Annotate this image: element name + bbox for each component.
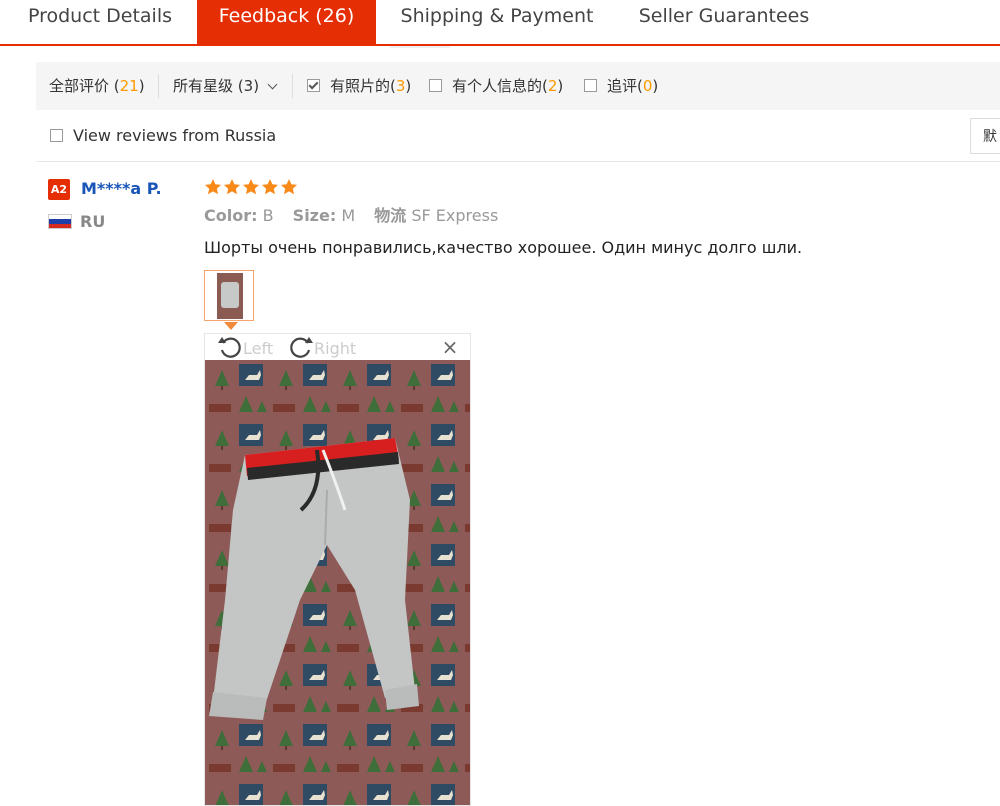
tab-shipping-payment[interactable]: Shipping & Payment — [388, 0, 606, 44]
star-rating — [204, 178, 299, 198]
chevron-down-icon — [267, 79, 278, 90]
tab-feedback[interactable]: Feedback (26) — [197, 0, 376, 44]
filter-all-reviews[interactable]: 全部评价 (21) — [49, 62, 145, 110]
tab-product-details[interactable]: Product Details — [8, 0, 192, 44]
star-icon — [204, 178, 222, 196]
star-icon — [261, 178, 279, 196]
filter-all-label: 全部评价 — [49, 77, 110, 95]
rotate-right-button[interactable]: Right — [288, 334, 356, 360]
review-text: Шорты очень понравились,качество хорошее… — [204, 238, 803, 257]
filter-all-count: 21 — [119, 77, 139, 95]
filter-with-personal-info[interactable]: 有个人信息的(2) — [429, 62, 563, 110]
filter-separator — [158, 74, 159, 98]
color-label: Color: — [204, 206, 258, 225]
filter-additional-label: 追评 — [607, 77, 638, 95]
rotate-right-icon — [290, 337, 313, 358]
sort-select[interactable]: 默 — [970, 118, 1000, 154]
filter-star-rating-dropdown[interactable]: 所有星级 (3) — [173, 62, 278, 110]
divider — [36, 161, 1000, 162]
filter-with-photos[interactable]: 有照片的(3) — [307, 62, 411, 110]
star-icon — [242, 178, 260, 196]
filter-additional-count: 0 — [642, 77, 653, 95]
order-attributes: Color: B Size: M 物流 SF Express — [204, 206, 498, 226]
checkbox-icon[interactable] — [307, 79, 320, 92]
filter-separator — [292, 74, 293, 98]
logistics-label: 物流 — [374, 206, 407, 225]
buyer-level-badge: A2 — [48, 179, 70, 200]
review-photo — [205, 360, 470, 805]
tab-seller-guarantees[interactable]: Seller Guarantees — [626, 0, 822, 44]
checkbox-icon[interactable] — [50, 129, 63, 142]
russia-reviews-filter[interactable]: View reviews from Russia — [50, 125, 276, 147]
filter-stars-count: (3) — [237, 77, 260, 95]
feedback-filter-bar: 全部评价 (21) 所有星级 (3) 有照片的(3) 有个人信息的(2) 追评(… — [36, 62, 1000, 110]
product-tabs: Product Details Feedback (26) Shipping &… — [0, 0, 1000, 46]
rotate-left-button[interactable]: Left — [217, 334, 273, 360]
review-photo-thumbnail[interactable] — [204, 270, 254, 321]
checkbox-icon[interactable] — [429, 79, 442, 92]
filter-photos-label: 有照片的 — [330, 77, 391, 95]
tab-divider — [390, 46, 450, 48]
filter-photos-count: 3 — [395, 77, 406, 95]
reviewer-name: M****a P. — [81, 179, 162, 198]
size-value: M — [341, 206, 356, 225]
size-label: Size: — [292, 206, 337, 225]
filter-stars-label: 所有星级 — [173, 77, 234, 95]
color-value: B — [262, 206, 274, 225]
filter-additional-feedback[interactable]: 追评(0) — [584, 62, 658, 110]
logistics-value: SF Express — [411, 206, 499, 225]
rotate-left-label: Left — [243, 339, 274, 358]
russia-flag-icon — [48, 214, 72, 229]
close-icon[interactable]: × — [441, 336, 459, 358]
star-icon — [223, 178, 241, 196]
rotate-right-label: Right — [314, 339, 357, 358]
rotate-left-icon — [218, 337, 241, 358]
russia-filter-label: View reviews from Russia — [73, 126, 277, 145]
thumbnail-image — [217, 273, 243, 319]
reviewer-country: RU — [80, 212, 106, 231]
photo-viewer-toolbar: Left Right × — [205, 334, 470, 360]
star-icon — [280, 178, 298, 196]
checkbox-icon[interactable] — [584, 79, 597, 92]
filter-personal-label: 有个人信息的 — [452, 77, 543, 95]
photo-viewer: Left Right × — [204, 333, 471, 806]
filter-personal-count: 2 — [547, 77, 558, 95]
thumbnail-pointer — [224, 322, 238, 330]
